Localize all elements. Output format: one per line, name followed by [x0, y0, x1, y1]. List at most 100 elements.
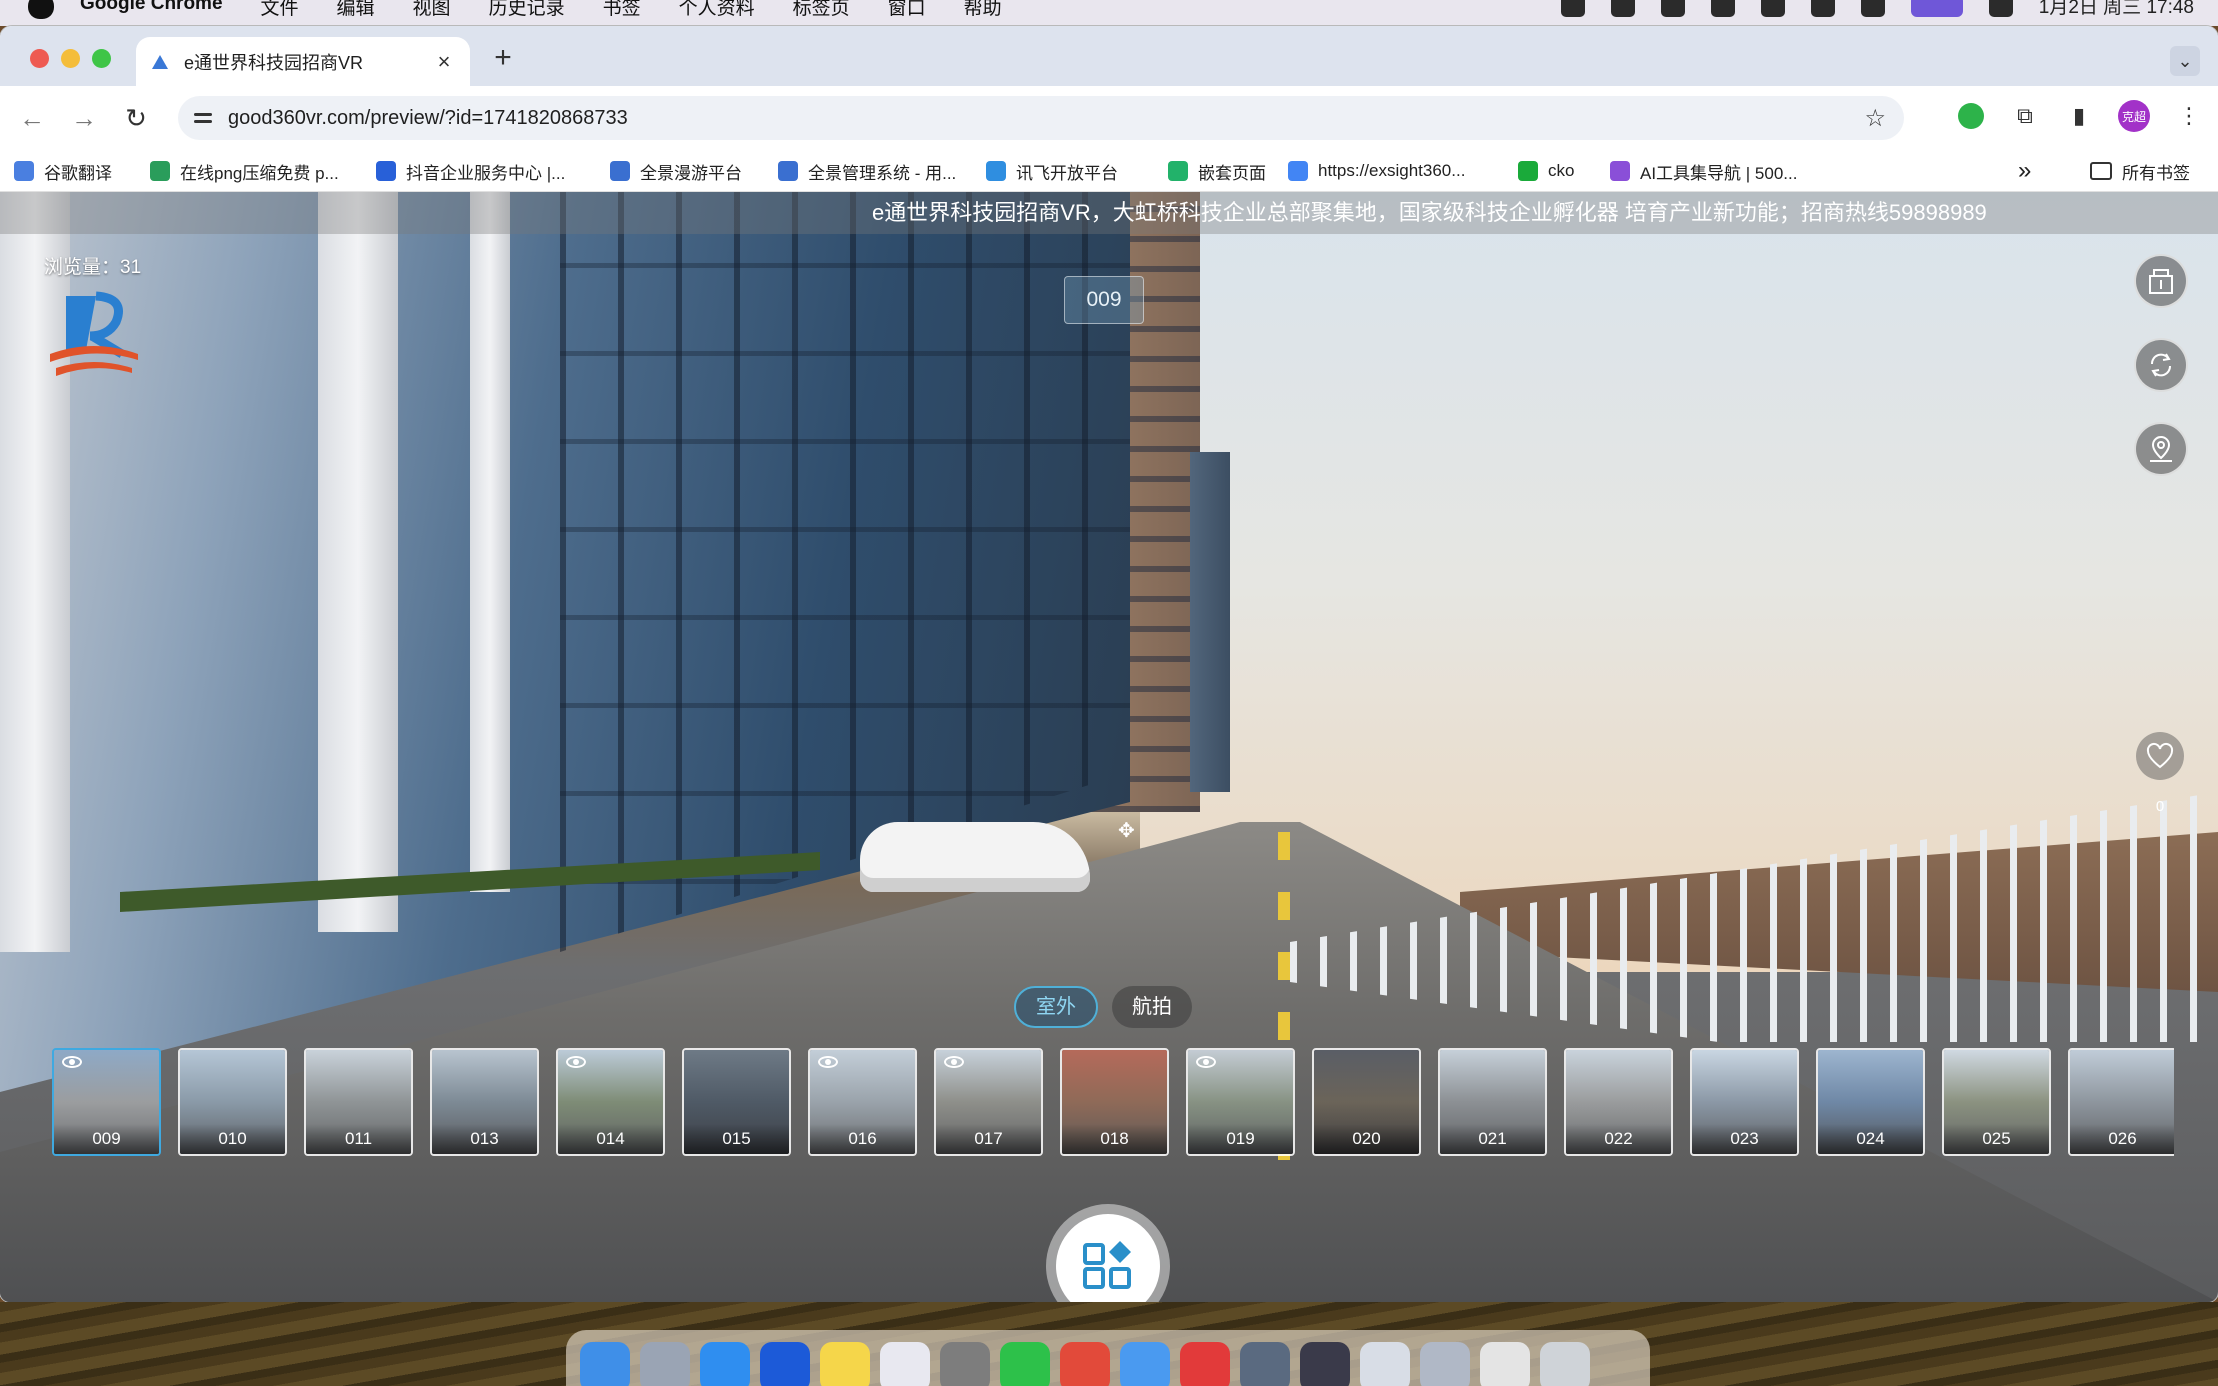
- extensions-puzzle-icon[interactable]: ⧉: [2010, 101, 2040, 131]
- bookmark-item[interactable]: 全景管理系统 - 用...: [778, 150, 956, 192]
- site-settings-icon[interactable]: [194, 108, 214, 128]
- bookmark-item[interactable]: 全景漫游平台: [610, 150, 742, 192]
- file-icon[interactable]: [1480, 1342, 1530, 1386]
- menubar-app-name[interactable]: Google Chrome: [80, 0, 223, 20]
- kebab-menu-icon[interactable]: ⋮: [2174, 101, 2204, 131]
- forward-icon[interactable]: →: [66, 100, 102, 136]
- maximize-window-button[interactable]: [92, 49, 111, 68]
- scene-thumbnail[interactable]: 017: [934, 1048, 1043, 1156]
- all-bookmarks-button[interactable]: 所有书签: [2090, 150, 2190, 192]
- scene-thumbnail[interactable]: 009: [52, 1048, 161, 1156]
- bookmark-favicon-icon: [1610, 161, 1630, 181]
- freeform-icon[interactable]: [880, 1342, 930, 1386]
- wps-icon[interactable]: [1180, 1342, 1230, 1386]
- scene-thumbnail[interactable]: 023: [1690, 1048, 1799, 1156]
- battery-icon[interactable]: [1610, 0, 1635, 17]
- scene-thumbnail[interactable]: 021: [1438, 1048, 1547, 1156]
- menubar-item[interactable]: 标签页: [793, 0, 850, 20]
- obs-icon[interactable]: [1300, 1342, 1350, 1386]
- wechat-status-icon[interactable]: [1660, 0, 1685, 17]
- category-tab[interactable]: 航拍: [1112, 986, 1192, 1028]
- menubar-item[interactable]: 窗口: [888, 0, 926, 20]
- menubar-item[interactable]: 历史记录: [489, 0, 565, 20]
- menubar-item[interactable]: 编辑: [337, 0, 375, 20]
- bookmark-star-icon[interactable]: ☆: [1864, 104, 1886, 133]
- scene-thumbnail[interactable]: 011: [304, 1048, 413, 1156]
- user-status-icon[interactable]: [1910, 0, 1963, 17]
- launchpad-icon[interactable]: [640, 1342, 690, 1386]
- scene-thumbnail[interactable]: 022: [1564, 1048, 1673, 1156]
- bookmarks-overflow-icon[interactable]: »: [2018, 150, 2031, 192]
- qq-icon[interactable]: [1120, 1342, 1170, 1386]
- bookmark-item[interactable]: 谷歌翻译: [14, 150, 112, 192]
- scene-thumbnail[interactable]: 018: [1060, 1048, 1169, 1156]
- document-icon[interactable]: [1360, 1342, 1410, 1386]
- new-tab-button[interactable]: +: [488, 41, 518, 75]
- back-icon[interactable]: ←: [14, 100, 50, 136]
- bookmark-item[interactable]: 讯飞开放平台: [986, 150, 1118, 192]
- menubar-clock[interactable]: 1月2日 周三 17:48: [2039, 0, 2194, 19]
- active-tab[interactable]: e通世界科技园招商VR ×: [136, 37, 470, 86]
- scene-thumbnail[interactable]: 025: [1942, 1048, 2051, 1156]
- bookmark-item[interactable]: 在线png压缩免费 p...: [150, 150, 339, 192]
- bookmark-label: 谷歌翻译: [44, 163, 112, 183]
- chrome-icon[interactable]: [1060, 1342, 1110, 1386]
- scene-thumbnail[interactable]: 013: [430, 1048, 539, 1156]
- map-pin-icon: [2150, 435, 2172, 462]
- bookmark-item[interactable]: 嵌套页面: [1168, 150, 1266, 192]
- reload-icon[interactable]: ↻: [118, 100, 154, 136]
- location-button[interactable]: [2134, 422, 2188, 476]
- tab-close-icon[interactable]: ×: [432, 49, 456, 75]
- scene-thumbnail[interactable]: 015: [682, 1048, 791, 1156]
- profile-avatar[interactable]: 克超: [2118, 100, 2150, 132]
- address-bar[interactable]: good360vr.com/preview/?id=1741820868733 …: [178, 96, 1904, 140]
- apple-icon[interactable]: [28, 0, 54, 19]
- trash-icon[interactable]: [1540, 1342, 1590, 1386]
- enterprise-info-button[interactable]: [2134, 254, 2188, 308]
- notes-icon[interactable]: [820, 1342, 870, 1386]
- minimize-window-button[interactable]: [61, 49, 80, 68]
- scene-thumbnail[interactable]: 016: [808, 1048, 917, 1156]
- scene-thumbnail[interactable]: 026: [2068, 1048, 2174, 1156]
- lark-icon[interactable]: [760, 1342, 810, 1386]
- finder-icon[interactable]: [580, 1342, 630, 1386]
- preview-icon[interactable]: [1240, 1342, 1290, 1386]
- scene-thumbnail[interactable]: 020: [1312, 1048, 1421, 1156]
- close-window-button[interactable]: [30, 49, 49, 68]
- scene-thumbnail[interactable]: 010: [178, 1048, 287, 1156]
- scene-thumbnail[interactable]: 024: [1816, 1048, 1925, 1156]
- menubar-item[interactable]: 个人资料: [679, 0, 755, 20]
- menubar-item[interactable]: 文件: [261, 0, 299, 20]
- menubar-item[interactable]: 视图: [413, 0, 451, 20]
- bookmark-status-icon[interactable]: [1710, 0, 1735, 17]
- like-button[interactable]: [2136, 732, 2184, 780]
- safari-icon[interactable]: [700, 1342, 750, 1386]
- control-center-icon[interactable]: [1988, 0, 2013, 17]
- vr-panorama-viewer[interactable]: e通世界科技园招商VR，大虹桥科技企业总部聚集地，国家级科技企业孵化器 培育产业…: [0, 192, 2218, 1302]
- tab-search-icon[interactable]: ⌄: [2170, 46, 2200, 76]
- url-text[interactable]: good360vr.com/preview/?id=1741820868733: [228, 107, 1864, 130]
- wifi-icon[interactable]: [1810, 0, 1835, 17]
- bookmark-item[interactable]: 抖音企业服务中心 |...: [376, 150, 565, 192]
- sync-extension-icon[interactable]: [1956, 101, 1986, 131]
- side-panel-icon[interactable]: ▮: [2064, 101, 2094, 131]
- wps-status-icon[interactable]: [1560, 0, 1585, 17]
- menubar-item[interactable]: 书签: [603, 0, 641, 20]
- input-method-icon[interactable]: [1760, 0, 1785, 17]
- tab-strip: e通世界科技园招商VR × + ⌄: [0, 26, 2218, 86]
- search-status-icon[interactable]: [1860, 0, 1885, 17]
- system-settings-icon[interactable]: [940, 1342, 990, 1386]
- bookmark-item[interactable]: AI工具集导航 | 500...: [1610, 150, 1797, 192]
- scene-thumbnail-label: 014: [558, 1124, 663, 1154]
- bookmark-item[interactable]: cko: [1518, 150, 1574, 192]
- scene-hotspot[interactable]: 009: [1064, 276, 1144, 324]
- category-tab[interactable]: 室外: [1014, 986, 1098, 1028]
- scene-thumbnail[interactable]: 019: [1186, 1048, 1295, 1156]
- wechat-icon[interactable]: [1000, 1342, 1050, 1386]
- screenshot-icon[interactable]: [1420, 1342, 1470, 1386]
- scene-thumbnail[interactable]: 014: [556, 1048, 665, 1156]
- viewed-eye-icon: [944, 1056, 964, 1068]
- bookmark-item[interactable]: https://exsight360...: [1288, 150, 1465, 192]
- auto-rotate-button[interactable]: [2134, 338, 2188, 392]
- menubar-item[interactable]: 帮助: [964, 0, 1002, 20]
